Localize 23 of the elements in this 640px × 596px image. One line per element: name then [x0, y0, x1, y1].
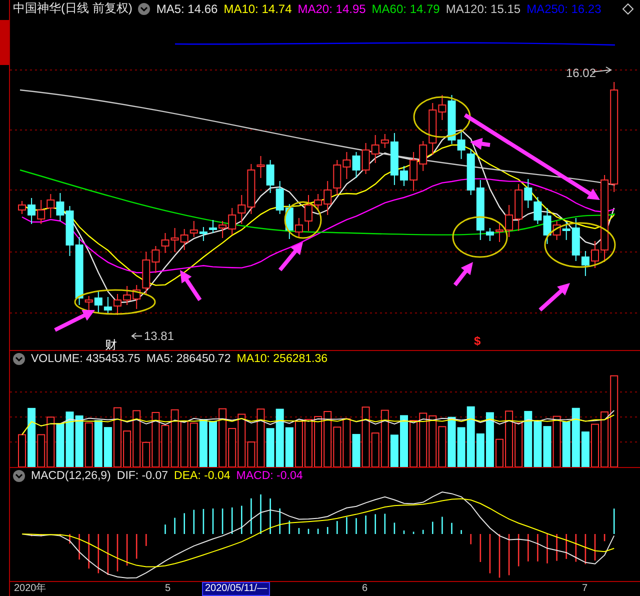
- macd-value: MACD(12,26,9): [31, 470, 111, 482]
- high-price-label: 16.02: [566, 66, 596, 80]
- volume-value: MA10: 256281.36: [236, 353, 328, 366]
- moving-average-value: MA120: 15.15: [446, 2, 521, 16]
- time-axis-label: 5: [165, 583, 171, 596]
- moving-average-value: MA20: 14.95: [298, 2, 366, 16]
- dividend-marker[interactable]: $: [474, 334, 481, 348]
- moving-average-value: MA60: 14.79: [372, 2, 440, 16]
- chart-title: 中国神华(日线 前复权): [13, 0, 132, 18]
- time-axis-label: 7: [582, 583, 588, 596]
- low-price-label: 13.81: [144, 328, 174, 343]
- volume-value: VOLUME: 435453.75: [31, 353, 140, 366]
- macd-value: DEA: -0.04: [174, 470, 230, 482]
- moving-average-value: MA10: 14.74: [224, 2, 292, 16]
- time-axis-label: 2020/05/11/—: [202, 582, 270, 596]
- time-axis-label: 6: [362, 583, 368, 596]
- time-axis-label: 2020年: [14, 583, 46, 596]
- moving-average-value: MA5: 14.66: [156, 2, 218, 16]
- finance-marker[interactable]: 财: [105, 338, 117, 350]
- moving-average-value: MA250: 16.23: [526, 2, 602, 16]
- volume-value: MA5: 286450.72: [146, 353, 231, 366]
- macd-value: MACD: -0.04: [236, 470, 303, 482]
- macd-value: DIF: -0.07: [116, 470, 168, 482]
